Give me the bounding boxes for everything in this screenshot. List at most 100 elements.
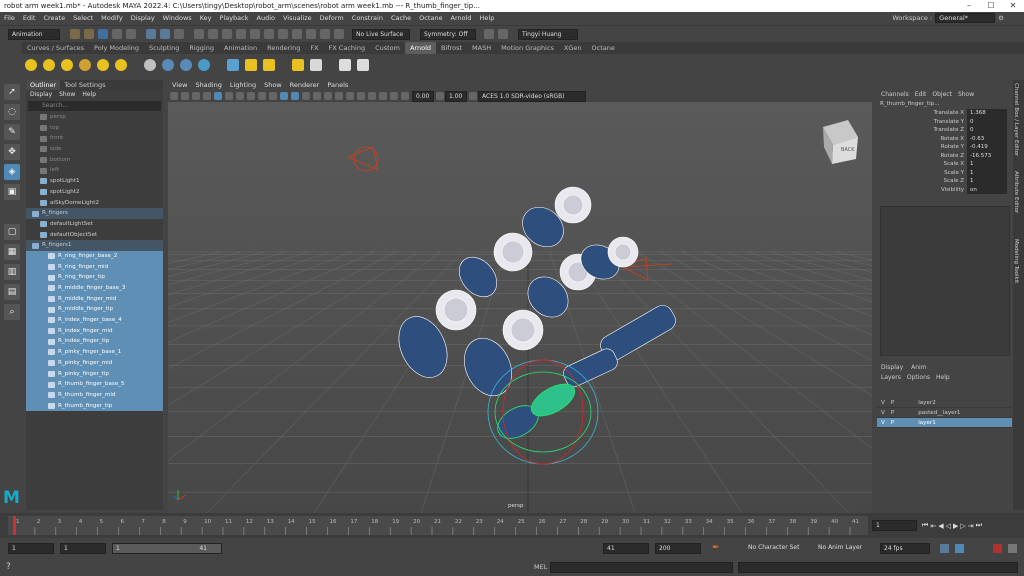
menu-modify[interactable]: Modify	[97, 12, 127, 25]
step-back-key-icon[interactable]: ⇤	[930, 522, 936, 530]
channel-row[interactable]: Scale Y1	[877, 168, 1012, 177]
options-menu[interactable]: Options	[907, 374, 930, 381]
channel-row[interactable]: Rotate Y -0.419	[877, 143, 1012, 152]
layer-row[interactable]: V Player1	[877, 418, 1012, 428]
outliner-item[interactable]: R_index_finger_base_4	[26, 315, 163, 326]
grid-icon[interactable]	[213, 92, 222, 100]
textured-icon[interactable]	[323, 92, 332, 100]
outliner-item[interactable]: R_pinky_finger_mid	[26, 357, 163, 369]
folder-open-icon[interactable]	[84, 29, 94, 39]
menu-help[interactable]: Help	[476, 12, 499, 25]
tab-display-layers[interactable]: Display	[881, 364, 903, 371]
wireframe-icon[interactable]	[279, 92, 288, 100]
symmetry-dropdown[interactable]: Symmetry: Off	[420, 28, 476, 40]
lasso-tool-icon[interactable]: ◌	[4, 104, 20, 120]
show-menu[interactable]: Show	[958, 90, 974, 100]
tab-tool-settings[interactable]: Tool Settings	[60, 80, 109, 90]
layer-name[interactable]: pasted__layer1	[918, 410, 960, 416]
playback-end-field[interactable]: 41	[603, 543, 649, 554]
menu-create[interactable]: Create	[39, 12, 69, 25]
outliner-menu-display[interactable]: Display	[30, 90, 52, 100]
gear-icon[interactable]: ⚙	[998, 14, 1004, 22]
outliner-item[interactable]: side	[26, 144, 163, 155]
start-time-field[interactable]: 1	[8, 543, 54, 554]
bookmark-icon[interactable]	[191, 92, 200, 100]
outliner-item[interactable]: spotLight1	[26, 176, 163, 187]
layer-visibility-toggle[interactable]: V	[881, 400, 885, 406]
time-slider[interactable]: 1 2 3 4 5 6 7 8 9 10 11 12 13 14 15 16 17 18 19 20 21 22 23 24 2…	[0, 513, 1024, 538]
menu-cache[interactable]: Cache	[387, 12, 415, 25]
layer-row[interactable]: V Player2	[877, 398, 1012, 408]
outliner-item[interactable]: R_thumb_finger_mid	[26, 389, 163, 401]
outliner-item[interactable]: defaultLightSet	[26, 219, 163, 230]
step-forward-frame-icon[interactable]: ▷	[960, 522, 965, 530]
volume-icon[interactable]	[162, 59, 174, 71]
skydome-light-icon[interactable]	[79, 59, 91, 71]
fps-dropdown[interactable]: 24 fps	[880, 543, 930, 554]
safe-action-icon[interactable]	[268, 92, 277, 100]
shelf-tab[interactable]: Octane	[587, 42, 620, 54]
shelf-tab[interactable]: Bifrost	[436, 42, 467, 54]
history-icon[interactable]	[278, 29, 288, 39]
sculpt-icon[interactable]	[484, 29, 494, 39]
search-icon[interactable]: ⌕	[4, 304, 20, 320]
select-hierarchy-icon[interactable]	[146, 29, 156, 39]
maximize-button[interactable]: ☐	[980, 0, 1002, 12]
channel-value[interactable]: -16.573	[967, 151, 1007, 160]
shelf-tab[interactable]: Curves / Surfaces	[22, 42, 89, 54]
scale-tool-icon[interactable]: ▣	[4, 184, 20, 200]
step-back-frame-icon[interactable]: ◀	[938, 522, 943, 530]
key-icon[interactable]: ✒	[712, 543, 720, 553]
select-object-icon[interactable]	[160, 29, 170, 39]
menu-constrain[interactable]: Constrain	[348, 12, 387, 25]
outliner-item[interactable]: R_fingers1	[26, 240, 163, 251]
paint-select-icon[interactable]: ✎	[4, 124, 20, 140]
tab-attribute-editor[interactable]: Attribute Editor	[1013, 168, 1019, 228]
layer-visibility-toggle[interactable]: V	[881, 420, 885, 426]
outliner-search-input[interactable]: Search...	[28, 101, 161, 111]
lights-icon[interactable]	[334, 92, 343, 100]
tab-modeling-toolkit[interactable]: Modeling Toolkit	[1013, 236, 1019, 296]
viewport-menu-shading[interactable]: Shading	[191, 80, 225, 90]
channel-row[interactable]: Translate Z0	[877, 126, 1012, 135]
snap-live-icon[interactable]	[264, 29, 274, 39]
current-frame-field[interactable]: 1	[872, 520, 917, 531]
layer-playback-toggle[interactable]: P	[891, 420, 894, 426]
select-tool-icon[interactable]: ➚	[4, 84, 20, 100]
camera-attributes-icon[interactable]	[180, 92, 189, 100]
render-settings-icon[interactable]	[320, 29, 330, 39]
outliner-item[interactable]: R_middle_finger_mid	[26, 293, 163, 305]
anim-prefs-icon[interactable]	[993, 544, 1002, 553]
channel-row[interactable]: Rotate X -0.63	[877, 134, 1012, 143]
auto-key-icon[interactable]	[955, 544, 964, 553]
menu-select[interactable]: Select	[69, 12, 97, 25]
menu-visualize[interactable]: Visualize	[279, 12, 316, 25]
smooth-shade-icon[interactable]	[290, 92, 299, 100]
undo-icon[interactable]	[112, 29, 122, 39]
select-component-icon[interactable]	[174, 29, 184, 39]
viewport-menu-panels[interactable]: Panels	[323, 80, 352, 90]
snap-grid-icon[interactable]	[194, 29, 204, 39]
outliner-item[interactable]: top	[26, 123, 163, 134]
exposure-icon[interactable]	[400, 92, 409, 100]
outliner-item[interactable]: defaultObjectSet	[26, 230, 163, 241]
minimize-button[interactable]: –	[958, 0, 980, 12]
resolution-gate-icon[interactable]	[235, 92, 244, 100]
menu-octane[interactable]: Octane	[415, 12, 446, 25]
object-menu[interactable]: Object	[932, 90, 952, 100]
curve-collector-icon[interactable]	[180, 59, 192, 71]
shelf-tab[interactable]: Rendering	[262, 42, 305, 54]
menu-key[interactable]: Key	[196, 12, 216, 25]
shelf-tab[interactable]: FX	[305, 42, 323, 54]
current-frame-marker[interactable]	[13, 516, 16, 535]
rotate-tool-icon[interactable]: ◈	[4, 164, 20, 180]
help-menu[interactable]: Help	[936, 374, 950, 381]
viewport-menu-lighting[interactable]: Lighting	[226, 80, 260, 90]
shelf-tab[interactable]: Motion Graphics	[496, 42, 559, 54]
layer-name[interactable]: layer2	[918, 400, 936, 406]
render-icon[interactable]	[292, 29, 302, 39]
xray-joints-icon[interactable]	[389, 92, 398, 100]
shelf-tab[interactable]: Poly Modeling	[89, 42, 144, 54]
area-light-icon[interactable]	[25, 59, 37, 71]
close-button[interactable]: ✕	[1002, 0, 1024, 12]
